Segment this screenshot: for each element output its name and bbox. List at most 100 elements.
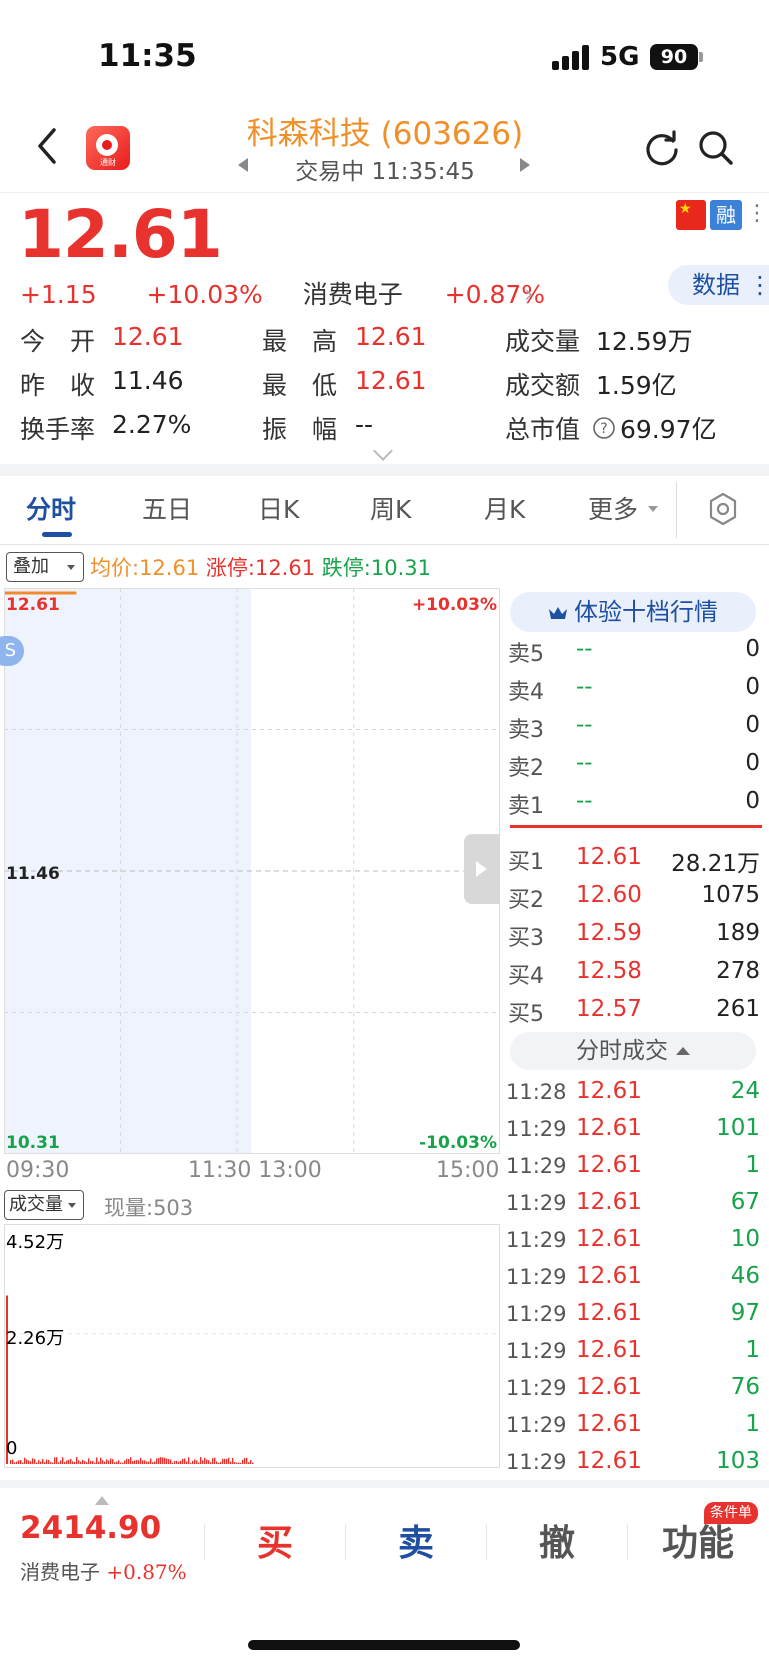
bid-price: 12.60 — [576, 882, 642, 908]
bid-price: 12.57 — [576, 996, 642, 1022]
volume-frame — [4, 1224, 500, 1468]
data-button-label: 数据 — [692, 271, 740, 299]
overlay-button[interactable]: 叠加 — [6, 552, 84, 582]
more-dots-icon[interactable]: ⋮ — [746, 200, 768, 228]
tick-price: 12.61 — [576, 1263, 642, 1289]
time-label-close: 15:00 — [436, 1158, 500, 1183]
signal-icon — [552, 44, 592, 70]
high-value: 12.61 — [355, 322, 427, 351]
price-change: +1.15 — [20, 280, 97, 309]
bid-volume: 261 — [716, 996, 760, 1022]
ask-volume: 0 — [745, 674, 760, 700]
prev-close-label: 昨 收 — [20, 371, 96, 400]
data-button[interactable]: 数据 ⋮ — [668, 265, 769, 305]
index-value[interactable]: 2414.90 — [20, 1510, 161, 1546]
chevron-right-icon[interactable]: › — [524, 280, 534, 308]
drawer-handle[interactable] — [464, 834, 500, 904]
tab-daily-k[interactable]: 日K — [258, 490, 299, 526]
bid-label: 买3 — [508, 926, 544, 951]
tick-volume: 76 — [730, 1374, 760, 1400]
tab-weekly-k[interactable]: 周K — [370, 490, 411, 526]
crown-icon — [549, 607, 567, 619]
ask-volume: 0 — [745, 788, 760, 814]
tab-bar-divider — [0, 544, 769, 545]
volume-label: 成交量 — [505, 327, 581, 356]
volume-button[interactable]: 成交量 — [4, 1190, 84, 1220]
tick-time: 11:29 — [506, 1191, 567, 1215]
expand-chevron-icon[interactable] — [373, 441, 393, 461]
tick-time: 11:29 — [506, 1450, 567, 1474]
caret-up-icon[interactable] — [95, 1496, 109, 1505]
change-row: +1.15 +10.03% 消费电子 +0.87% — [20, 275, 545, 311]
tick-price: 12.61 — [576, 1115, 642, 1141]
conditional-order-badge[interactable]: 条件单 — [704, 1502, 758, 1524]
tick-price: 12.61 — [576, 1411, 642, 1437]
refresh-icon[interactable] — [642, 128, 682, 168]
turnover-rate-label: 换手率 — [20, 415, 96, 444]
open-value: 12.61 — [112, 322, 184, 351]
tab-divider — [676, 482, 677, 538]
tick-price: 12.61 — [576, 1448, 642, 1474]
next-stock-icon[interactable] — [520, 158, 530, 172]
ticks-header[interactable]: 分时成交 — [510, 1032, 756, 1070]
ask-price: -- — [576, 636, 593, 662]
back-icon[interactable] — [30, 126, 64, 166]
gear-icon[interactable] — [706, 492, 740, 526]
home-indicator[interactable] — [248, 1640, 520, 1650]
tick-time: 11:29 — [506, 1265, 567, 1289]
ticks-header-label: 分时成交 — [576, 1038, 668, 1064]
app-logo[interactable]: 通财 — [86, 126, 130, 170]
sector-name[interactable]: 消费电子 — [303, 275, 403, 311]
ask-price: -- — [576, 788, 593, 814]
tick-time: 11:29 — [506, 1154, 567, 1178]
bid-label: 买4 — [508, 964, 544, 989]
ask-label: 卖5 — [508, 642, 544, 667]
tick-volume: 10 — [730, 1226, 760, 1252]
tick-volume: 1 — [745, 1152, 760, 1178]
turnover-value: 1.59亿 — [596, 371, 677, 400]
ten-level-button[interactable]: 体验十档行情 — [510, 592, 756, 632]
index-name-row: 消费电子 +0.87% — [20, 1556, 187, 1585]
ask-label: 卖1 — [508, 794, 544, 819]
tab-five-day[interactable]: 五日 — [142, 490, 192, 526]
limit-down-price: 跌停:10.31 — [321, 556, 431, 580]
bid-price: 12.58 — [576, 958, 642, 984]
stock-title[interactable]: 科森科技 (603626) — [160, 108, 610, 153]
buy-button[interactable]: 买 — [235, 1514, 315, 1566]
tab-active-indicator — [42, 532, 72, 537]
bid-label: 买5 — [508, 1002, 544, 1027]
search-icon[interactable] — [696, 128, 736, 168]
network-type: 5G — [600, 42, 640, 72]
ask-volume: 0 — [745, 636, 760, 662]
ask-label: 卖3 — [508, 718, 544, 743]
index-name: 消费电子 — [20, 1560, 100, 1584]
prev-stock-icon[interactable] — [238, 158, 248, 172]
tick-volume: 1 — [745, 1337, 760, 1363]
overlay-info: 均价:12.61 涨停:12.61 跌停:10.31 — [90, 552, 431, 582]
tick-volume: 46 — [730, 1263, 760, 1289]
order-book-divider — [510, 825, 762, 828]
battery-icon: 90 — [650, 44, 698, 70]
ask-price: -- — [576, 750, 593, 776]
cancel-order-button[interactable]: 撤 — [517, 1514, 597, 1566]
bottom-separator — [204, 1524, 205, 1560]
margin-trading-badge[interactable]: 融 — [710, 200, 742, 230]
tab-more[interactable]: 更多 — [588, 490, 638, 526]
status-time: 11:35 — [98, 38, 197, 74]
tab-monthly-k[interactable]: 月K — [484, 490, 525, 526]
sell-button[interactable]: 卖 — [376, 1514, 456, 1566]
bid-volume: 28.21万 — [671, 851, 760, 877]
current-price: 12.61 — [18, 196, 223, 273]
mktcap-value: 69.97亿 — [620, 415, 717, 444]
tick-time: 11:29 — [506, 1117, 567, 1141]
trade-status: 交易中 11:35:45 — [295, 159, 475, 185]
tick-price: 12.61 — [576, 1189, 642, 1215]
tick-volume: 101 — [716, 1115, 760, 1141]
time-label-open: 09:30 — [6, 1158, 70, 1183]
bid-price: 12.61 — [576, 844, 642, 870]
help-icon[interactable]: ? — [592, 416, 616, 440]
tick-time: 11:29 — [506, 1339, 567, 1363]
tab-intraday[interactable]: 分时 — [26, 490, 76, 526]
amplitude-label: 振 幅 — [262, 415, 338, 444]
high-label: 最 高 — [262, 327, 338, 356]
